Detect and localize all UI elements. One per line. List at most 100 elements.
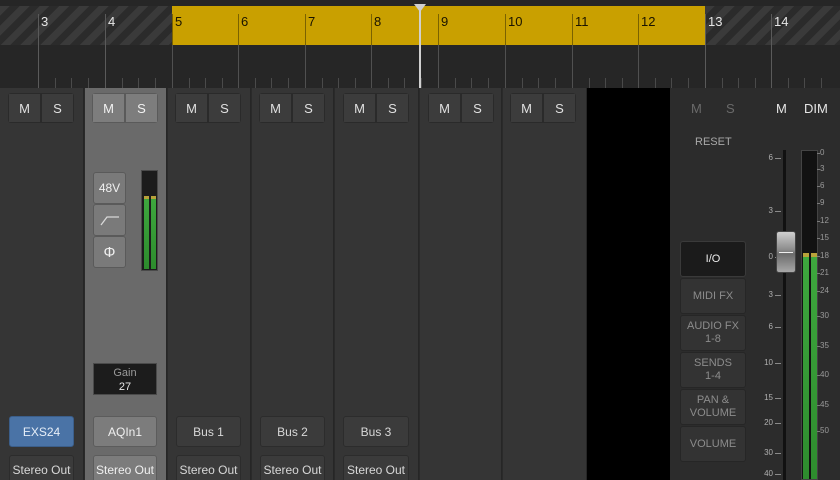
fader-scale-label: 10	[764, 358, 773, 367]
bar-line	[238, 14, 239, 45]
reset-button[interactable]: RESET	[695, 136, 732, 148]
monitor-solo-button[interactable]: S	[726, 101, 735, 116]
bar-number: 12	[641, 14, 656, 29]
fader-scale-tick	[775, 327, 781, 328]
beat-tick	[804, 78, 806, 88]
output-slot[interactable]: Stereo Out	[343, 455, 409, 480]
bar-number: 3	[41, 14, 49, 29]
meter-scale-label: 45	[820, 400, 829, 409]
solo-button[interactable]: S	[461, 93, 494, 123]
solo-button[interactable]: S	[41, 93, 74, 123]
menu-pan-volume-button[interactable]: PAN & VOLUME	[680, 389, 746, 425]
master-level-meter	[801, 150, 818, 480]
meter-scale-tick	[817, 346, 820, 347]
beat-tick	[188, 78, 190, 88]
bar-line	[572, 45, 573, 88]
beat-tick	[354, 78, 356, 88]
solo-button[interactable]: S	[376, 93, 409, 123]
mute-button[interactable]: M	[8, 93, 41, 123]
meter-scale-label: 50	[820, 426, 829, 435]
fader-scale-tick	[775, 363, 781, 364]
bar-line	[305, 45, 306, 88]
beat-tick	[287, 78, 289, 88]
master-mute-button[interactable]: M	[776, 101, 787, 116]
highpass-filter-button[interactable]	[93, 204, 126, 236]
bus-slot[interactable]: Bus 1	[176, 416, 241, 447]
beat-tick	[721, 78, 723, 88]
master-meter-peak-left	[803, 253, 809, 257]
solo-button[interactable]: S	[208, 93, 241, 123]
master-fader-handle[interactable]	[776, 231, 796, 273]
mute-button[interactable]: M	[510, 93, 543, 123]
phase-invert-button[interactable]: Φ	[93, 236, 126, 268]
master-fader-track[interactable]	[783, 150, 786, 480]
bar-line	[371, 14, 372, 45]
channel-strip-bus2[interactable]: M S Bus 2 Stereo Out	[252, 88, 334, 480]
channel-strip-6[interactable]: M S	[420, 88, 502, 480]
menu-io-button[interactable]: I/O	[680, 241, 746, 277]
bar-number: 7	[308, 14, 316, 29]
bar-line	[305, 14, 306, 45]
meter-scale-label: 12	[820, 216, 829, 225]
menu-sends-button[interactable]: SENDS 1-4	[680, 352, 746, 388]
beat-tick	[687, 78, 689, 88]
meter-scale-label: 15	[820, 233, 829, 242]
channel-strip-exs24[interactable]: M S EXS24 Stereo Out	[0, 88, 84, 480]
bus-slot[interactable]: Bus 2	[260, 416, 325, 447]
beat-tick	[121, 78, 123, 88]
highpass-filter-icon	[99, 216, 119, 226]
channel-strip-bus1[interactable]: M S Bus 1 Stereo Out	[168, 88, 251, 480]
meter-scale-tick	[817, 186, 820, 187]
solo-button[interactable]: S	[125, 93, 158, 123]
output-slot[interactable]: Stereo Out	[176, 455, 241, 480]
empty-area	[587, 88, 670, 480]
channel-strip-7[interactable]: M S	[503, 88, 587, 480]
bus-slot[interactable]: Bus 3	[343, 416, 409, 447]
meter-peak-left	[144, 196, 149, 199]
beat-tick	[787, 78, 789, 88]
bar-number: 9	[441, 14, 449, 29]
output-slot[interactable]: Stereo Out	[9, 455, 74, 480]
mute-button[interactable]: M	[428, 93, 461, 123]
gain-display[interactable]: Gain 27	[93, 363, 157, 395]
beat-tick	[338, 78, 340, 88]
mute-button[interactable]: M	[343, 93, 376, 123]
instrument-slot[interactable]: EXS24	[9, 416, 74, 447]
menu-midi-fx-button[interactable]: MIDI FX	[680, 278, 746, 314]
dim-button[interactable]: DIM	[804, 101, 828, 116]
mute-button[interactable]: M	[175, 93, 208, 123]
meter-scale-label: 9	[820, 198, 825, 207]
ruler-hatch-right	[705, 6, 840, 45]
channel-strip-bus3[interactable]: M S Bus 3 Stereo Out	[335, 88, 419, 480]
mute-button[interactable]: M	[92, 93, 125, 123]
meter-scale-label: 18	[820, 251, 829, 260]
bar-number: 14	[774, 14, 789, 29]
meter-scale-label: 21	[820, 268, 829, 277]
beat-tick	[554, 78, 556, 88]
beat-tick	[654, 78, 656, 88]
playhead-handle-icon[interactable]	[414, 4, 426, 12]
beat-tick	[154, 78, 156, 88]
meter-scale-label: 3	[820, 164, 825, 173]
fader-scale-label: 40	[764, 469, 773, 478]
phantom-power-button[interactable]: 48V	[93, 172, 126, 204]
timeline-ruler[interactable]: 3 4 5 6 7 8 9 10 11 12 13 14	[0, 0, 840, 88]
beat-tick	[138, 78, 140, 88]
input-slot[interactable]: AQIn1	[93, 416, 157, 447]
menu-volume-button[interactable]: VOLUME	[680, 426, 746, 462]
solo-button[interactable]: S	[543, 93, 576, 123]
channel-strip-aqin1[interactable]: M S AQIn1 Stereo Out	[85, 88, 167, 480]
solo-button[interactable]: S	[292, 93, 325, 123]
meter-peak-right	[151, 196, 156, 199]
monitor-mute-button[interactable]: M	[691, 101, 702, 116]
output-slot[interactable]: Stereo Out	[93, 455, 157, 480]
mute-button[interactable]: M	[259, 93, 292, 123]
beat-tick	[254, 78, 256, 88]
bar-line	[238, 45, 239, 88]
menu-audio-fx-button[interactable]: AUDIO FX 1-8	[680, 315, 746, 351]
playhead[interactable]	[419, 6, 421, 88]
beat-tick	[54, 78, 56, 88]
output-slot[interactable]: Stereo Out	[260, 455, 325, 480]
beat-tick	[487, 78, 489, 88]
bar-line	[172, 14, 173, 45]
